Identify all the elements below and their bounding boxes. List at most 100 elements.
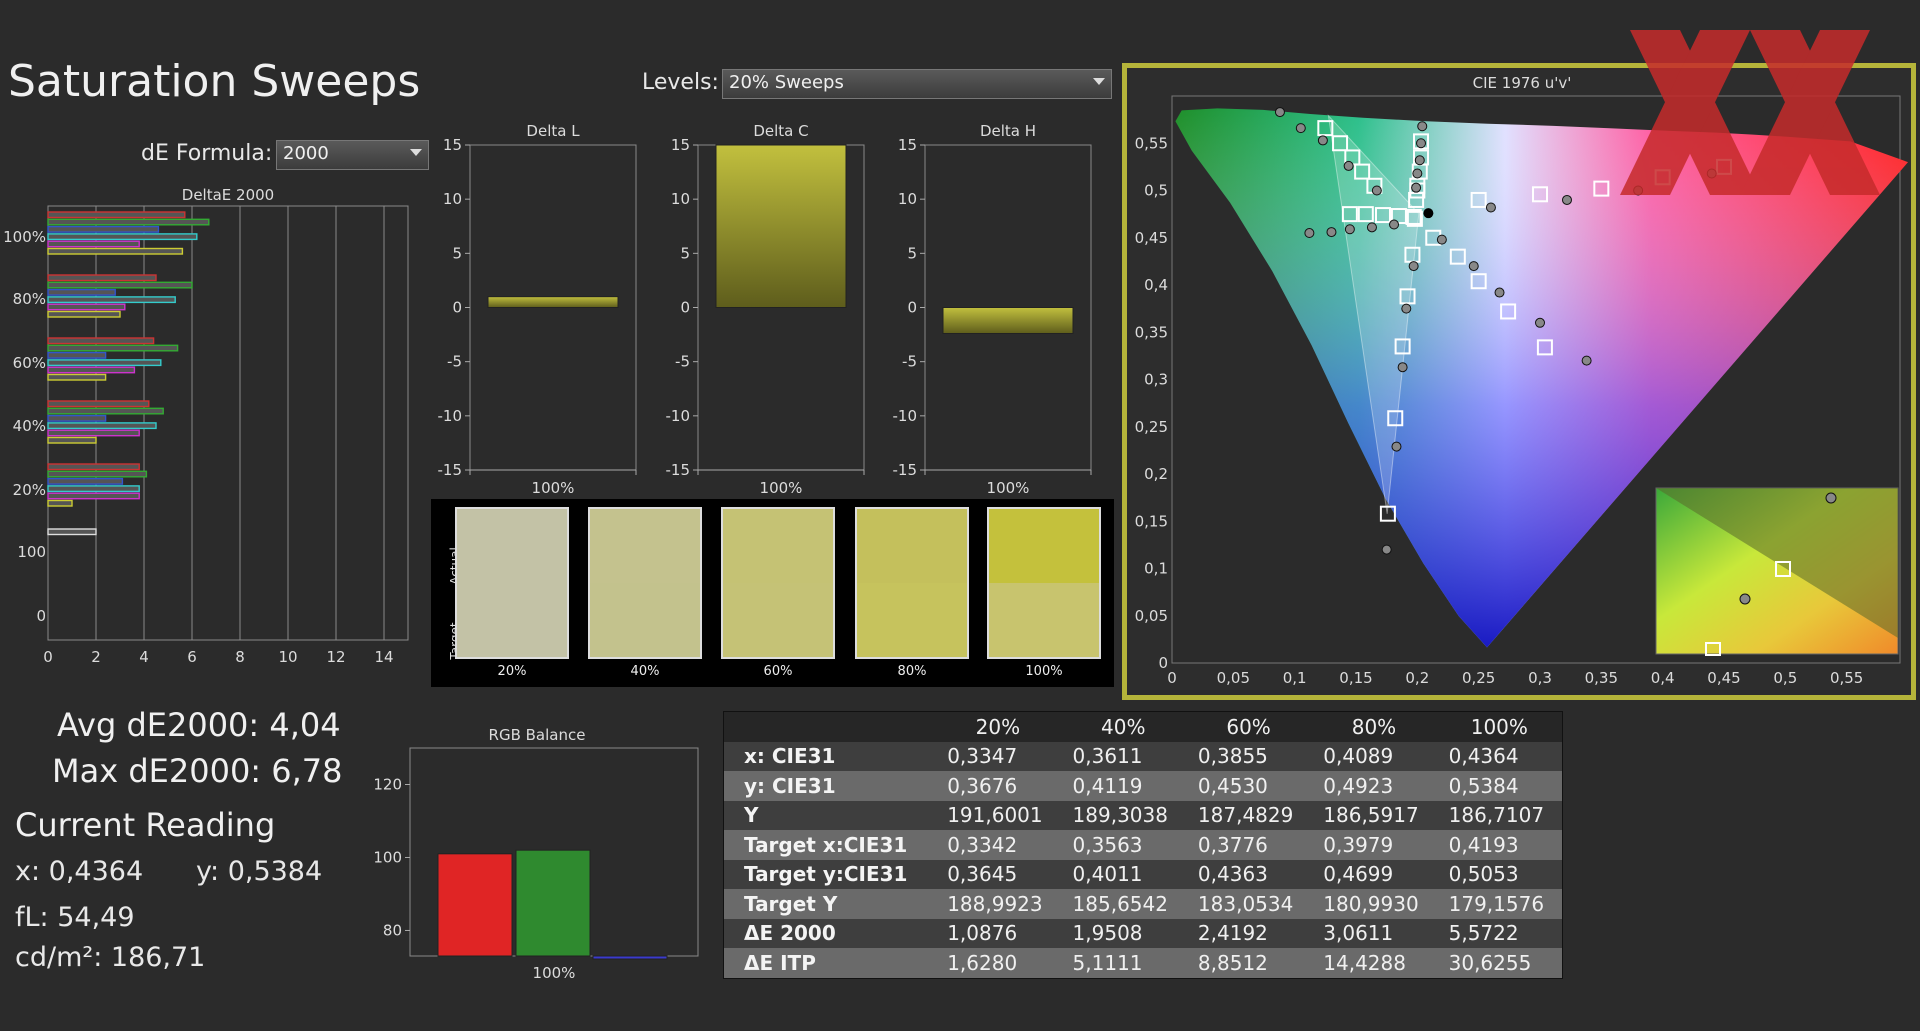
table-cell: 186,7107	[1448, 803, 1545, 828]
table-cell: 0,5384	[1448, 773, 1519, 798]
table-cell: 5,5722	[1448, 921, 1519, 946]
chart-title: CIE 1976 u'v'	[1473, 74, 1572, 92]
measured-marker	[1581, 355, 1592, 366]
measured-marker	[1416, 138, 1427, 149]
bar	[47, 240, 140, 248]
table-cell: 1,0876	[947, 921, 1018, 946]
table-cell: 189,3038	[1072, 803, 1168, 828]
x-tick-label: 10	[278, 648, 297, 666]
bar	[47, 429, 140, 437]
y-tick-label: 0	[680, 299, 690, 317]
y-tick-label: 0,1	[1144, 560, 1168, 578]
table-cell: 0,4699	[1323, 862, 1394, 887]
swatch-actual	[857, 509, 967, 583]
x-tick-label: 12	[326, 648, 345, 666]
measured-marker	[1739, 593, 1751, 605]
y-tick-label: 5	[452, 244, 462, 262]
x-tick-label: 4	[139, 648, 149, 666]
y-tick-label: 15	[671, 136, 690, 154]
y-tick-label: 15	[898, 136, 917, 154]
bar	[47, 233, 198, 241]
table-row: Target x:CIE31 0,3342 0,3563 0,3776 0,3979 0,…	[724, 830, 1562, 860]
y-tick-label: 120	[373, 775, 402, 793]
y-tick-label: 20%	[13, 481, 46, 499]
y-tick-label: 60%	[13, 354, 46, 372]
levels-select-value: 20% Sweeps	[729, 72, 844, 93]
table-row: y: CIE31 0,3676 0,4119 0,4530 0,4923 0,5384	[724, 771, 1562, 801]
y-tick-label: 0,15	[1135, 512, 1168, 530]
bar	[47, 485, 140, 493]
bar	[47, 344, 179, 352]
measured-marker	[1825, 492, 1837, 504]
table-cell: 1,6280	[947, 950, 1018, 975]
chart-title: DeltaE 2000	[182, 186, 274, 204]
measured-marker	[1344, 224, 1355, 235]
measured-marker	[1417, 121, 1428, 132]
y-tick-label: 0	[36, 607, 46, 625]
bar	[47, 400, 150, 408]
delta-h-chart: Delta H 15 10 5 0 -5 -10 -15 100%	[893, 122, 1092, 497]
y-tick-label: 100	[373, 848, 402, 866]
swatch-panel: Actual Target 20% 40% 60% 80% 100%	[431, 499, 1114, 687]
current-y: y: 0,5384	[196, 856, 323, 887]
table-cell: 0,3611	[1072, 744, 1143, 769]
table-cell: 188,9923	[947, 891, 1043, 916]
measured-marker	[1535, 317, 1545, 328]
y-tick-label: 80%	[13, 290, 46, 308]
table-cell: 0,3645	[947, 862, 1018, 887]
measured-marker	[1381, 544, 1392, 555]
x-tick-label: 0,45	[1707, 669, 1740, 687]
row-label: ΔE ITP	[744, 950, 816, 975]
row-label: ΔE 2000	[744, 921, 836, 946]
y-tick-label: 0	[1158, 654, 1168, 672]
measured-marker	[1436, 234, 1447, 245]
y-tick-label: 5	[907, 244, 917, 262]
bar	[47, 359, 162, 367]
y-tick-label: 100	[17, 543, 46, 561]
chart-title: Delta C	[753, 122, 808, 140]
x-tick-label: 0,1	[1283, 669, 1307, 687]
row-label: Target Y	[744, 891, 838, 916]
swatch-actual	[989, 509, 1099, 583]
chevron-down-icon	[410, 149, 422, 156]
x-tick-label: 0	[43, 648, 53, 666]
table-header-row: 20% 40% 60% 80% 100%	[724, 712, 1562, 742]
y-tick-label: 80	[383, 921, 402, 939]
table-cell: 191,6001	[947, 803, 1043, 828]
measured-marker	[1389, 219, 1400, 230]
swatch-actual	[590, 509, 700, 583]
x-tick-label: 6	[187, 648, 197, 666]
measured-marker	[1561, 194, 1572, 205]
x-tick-label: 0,25	[1462, 669, 1495, 687]
de-formula-select[interactable]: 2000	[276, 140, 429, 170]
table-row: Target Y 188,9923 185,6542 183,0534 180,9930…	[724, 889, 1562, 919]
measured-marker	[1408, 261, 1419, 272]
table-cell: 179,1576	[1448, 891, 1545, 916]
measured-marker	[1411, 182, 1422, 193]
row-label: y: CIE31	[744, 773, 836, 798]
y-tick-label: -10	[666, 407, 691, 425]
table-cell: 0,4530	[1197, 773, 1268, 798]
levels-select[interactable]: 20% Sweeps	[722, 69, 1112, 99]
de-formula-select-value: 2000	[283, 143, 329, 164]
table-cell: 2,4192	[1197, 921, 1268, 946]
y-tick-label: 5	[680, 244, 690, 262]
y-tick-label: 15	[443, 136, 462, 154]
y-tick-label: 0,45	[1135, 229, 1168, 247]
de-formula-label: dE Formula:	[141, 141, 273, 166]
bar	[715, 144, 847, 308]
y-tick-label: 0,3	[1144, 371, 1168, 389]
bar	[47, 296, 176, 304]
bar	[47, 499, 73, 507]
row-label: Target x:CIE31	[744, 832, 908, 857]
measured-marker	[1414, 155, 1425, 166]
chart-title: RGB Balance	[489, 726, 586, 744]
measured-marker	[1343, 160, 1354, 171]
swatch-target	[723, 583, 833, 657]
table-row: ΔE ITP 1,6280 5,1111 8,8512 14,4288 30,6255	[724, 948, 1562, 978]
x-tick-label: 0,4	[1651, 669, 1675, 687]
page-title: Saturation Sweeps	[8, 56, 421, 107]
x-tick-label: 0,3	[1528, 669, 1552, 687]
delta-c-chart: Delta C 15 10 5 0 -5 -10 -15 100%	[666, 122, 865, 497]
chevron-down-icon	[1093, 78, 1105, 85]
